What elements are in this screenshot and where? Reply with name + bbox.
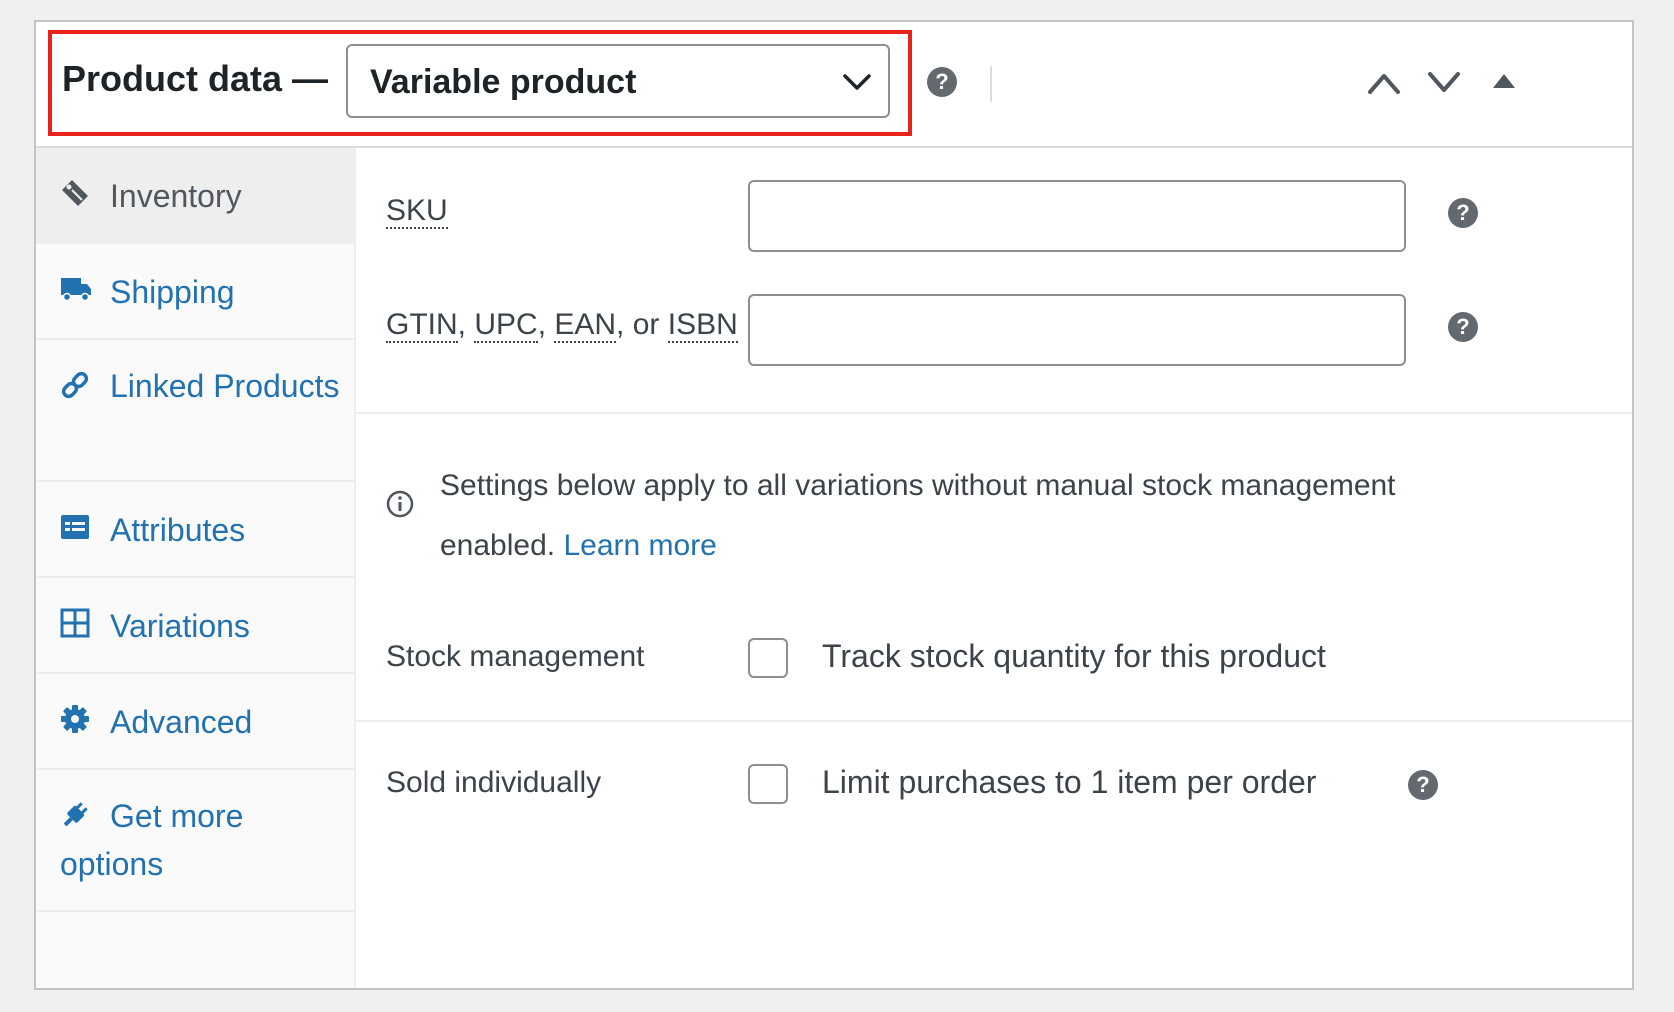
sold-individually-label: Sold individually [386,766,602,799]
help-icon[interactable]: ? [1448,198,1478,228]
sold-individually-checkbox[interactable] [748,764,788,804]
tab-label: Variations [110,608,250,644]
separator-text: , [537,308,555,341]
divider [990,66,992,102]
ean-abbr: EAN [554,308,617,343]
tab-inventory[interactable]: Inventory [36,148,354,244]
sku-input[interactable] [748,180,1406,252]
move-up-icon[interactable] [1366,68,1402,98]
stock-management-checkbox-label: Track stock quantity for this product [822,638,1326,674]
help-icon[interactable]: ? [1448,312,1478,342]
divider [356,412,1632,414]
separator-text: , [457,308,475,341]
gtin-label: GTIN, UPC, EAN, or ISBN [386,308,738,343]
help-icon[interactable]: ? [1408,770,1438,800]
upc-abbr: UPC [474,308,538,343]
tab-label: Attributes [110,512,246,548]
tab-linked-products[interactable]: Linked Products [36,340,354,482]
tab-label: Linked Products [110,368,340,404]
sku-label: SKU [386,194,448,229]
sku-abbr: SKU [386,194,448,229]
info-icon [386,490,414,518]
sold-individually-checkbox-label: Limit purchases to 1 item per order [822,764,1317,800]
tab-get-more-options[interactable]: Get more options [36,770,354,912]
inventory-panel: SKU ? GTIN, UPC, EAN, or ISBN ? Settings… [356,148,1632,988]
tab-label: Get more options [60,798,244,882]
stock-notice: Settings below apply to all variations w… [440,456,1480,576]
tab-advanced[interactable]: Advanced [36,674,354,770]
tab-label: Shipping [110,274,235,310]
product-data-panel: Product data — Variable product ? Invent… [34,20,1634,990]
tab-shipping[interactable]: Shipping [36,244,354,340]
tab-label: Advanced [110,704,253,740]
toggle-panel-icon[interactable] [1491,70,1517,92]
move-down-icon[interactable] [1426,68,1462,98]
tab-label: Inventory [110,178,242,214]
isbn-abbr: ISBN [667,308,738,343]
product-type-value: Variable product [370,63,637,101]
divider [356,720,1632,722]
help-icon[interactable]: ? [927,67,957,97]
panel-title: Product data — [62,58,329,99]
panel-header: Product data — Variable product ? [36,22,1632,148]
separator-text: , or [616,308,668,341]
product-type-select[interactable]: Variable product [346,44,890,118]
stock-management-label: Stock management [386,640,645,673]
product-data-tabs: Inventory Shipping Linked Products Attri… [36,148,356,988]
learn-more-link[interactable]: Learn more [563,529,716,562]
gtin-input[interactable] [748,294,1406,366]
chevron-down-icon [843,74,871,90]
tab-attributes[interactable]: Attributes [36,482,354,578]
stock-management-checkbox[interactable] [748,638,788,678]
tab-variations[interactable]: Variations [36,578,354,674]
gtin-abbr: GTIN [386,308,458,343]
